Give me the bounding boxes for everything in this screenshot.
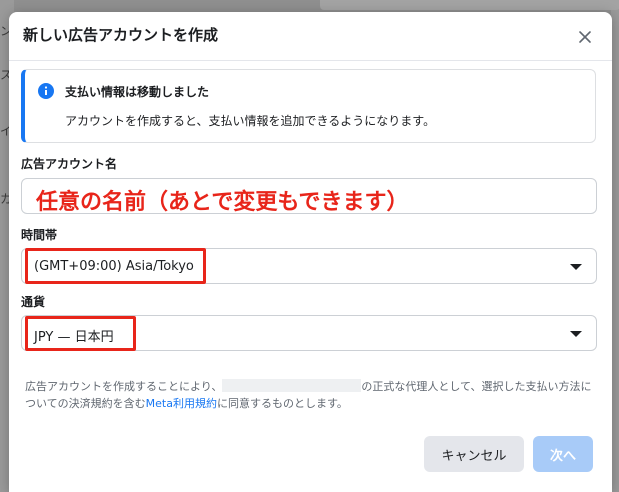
background-input — [320, 0, 619, 10]
timezone-label: 時間帯 — [21, 228, 58, 242]
dialog-title: 新しい広告アカウントを作成 — [23, 26, 219, 44]
info-icon — [38, 83, 54, 99]
chevron-down-icon — [570, 264, 582, 270]
chevron-down-icon — [570, 331, 582, 337]
account-name-annotation: 任意の名前（あとで変更もできます） — [36, 190, 409, 215]
currency-select[interactable]: JPY — 日本円 — [21, 315, 597, 351]
meta-terms-link[interactable]: Meta利用規約 — [146, 397, 217, 410]
close-button[interactable] — [574, 26, 596, 48]
close-icon — [579, 31, 591, 43]
currency-value: JPY — 日本円 — [34, 330, 114, 345]
info-text: アカウントを作成すると、支払い情報を追加できるようになります。 — [65, 114, 436, 128]
account-name-label: 広告アカウント名 — [21, 157, 118, 171]
info-title: 支払い情報は移動しました — [65, 85, 210, 99]
currency-label: 通貨 — [21, 295, 46, 309]
terms-part1: 広告アカウントを作成することにより、 — [25, 380, 223, 393]
info-banner: 支払い情報は移動しました アカウントを作成すると、支払い情報を追加できるようにな… — [21, 69, 596, 143]
terms-part3: に同意するものとします。 — [216, 397, 348, 410]
background-panel-right — [611, 0, 619, 492]
cancel-button[interactable]: キャンセル — [424, 436, 524, 472]
terms-text: 広告アカウントを作成することにより、 の正式な代理人として、選択した支払い方法につ… — [25, 378, 595, 412]
create-ad-account-dialog: 新しい広告アカウントを作成 支払い情報は移動しました アカウントを作成すると、支… — [9, 12, 612, 492]
timezone-select[interactable]: (GMT+09:00) Asia/Tokyo — [21, 248, 597, 284]
redacted-name — [222, 379, 362, 392]
next-button[interactable]: 次へ — [533, 436, 593, 472]
account-name-input[interactable]: 任意の名前（あとで変更もできます） — [21, 178, 597, 215]
timezone-value: (GMT+09:00) Asia/Tokyo — [34, 259, 194, 274]
header-divider — [9, 60, 612, 61]
